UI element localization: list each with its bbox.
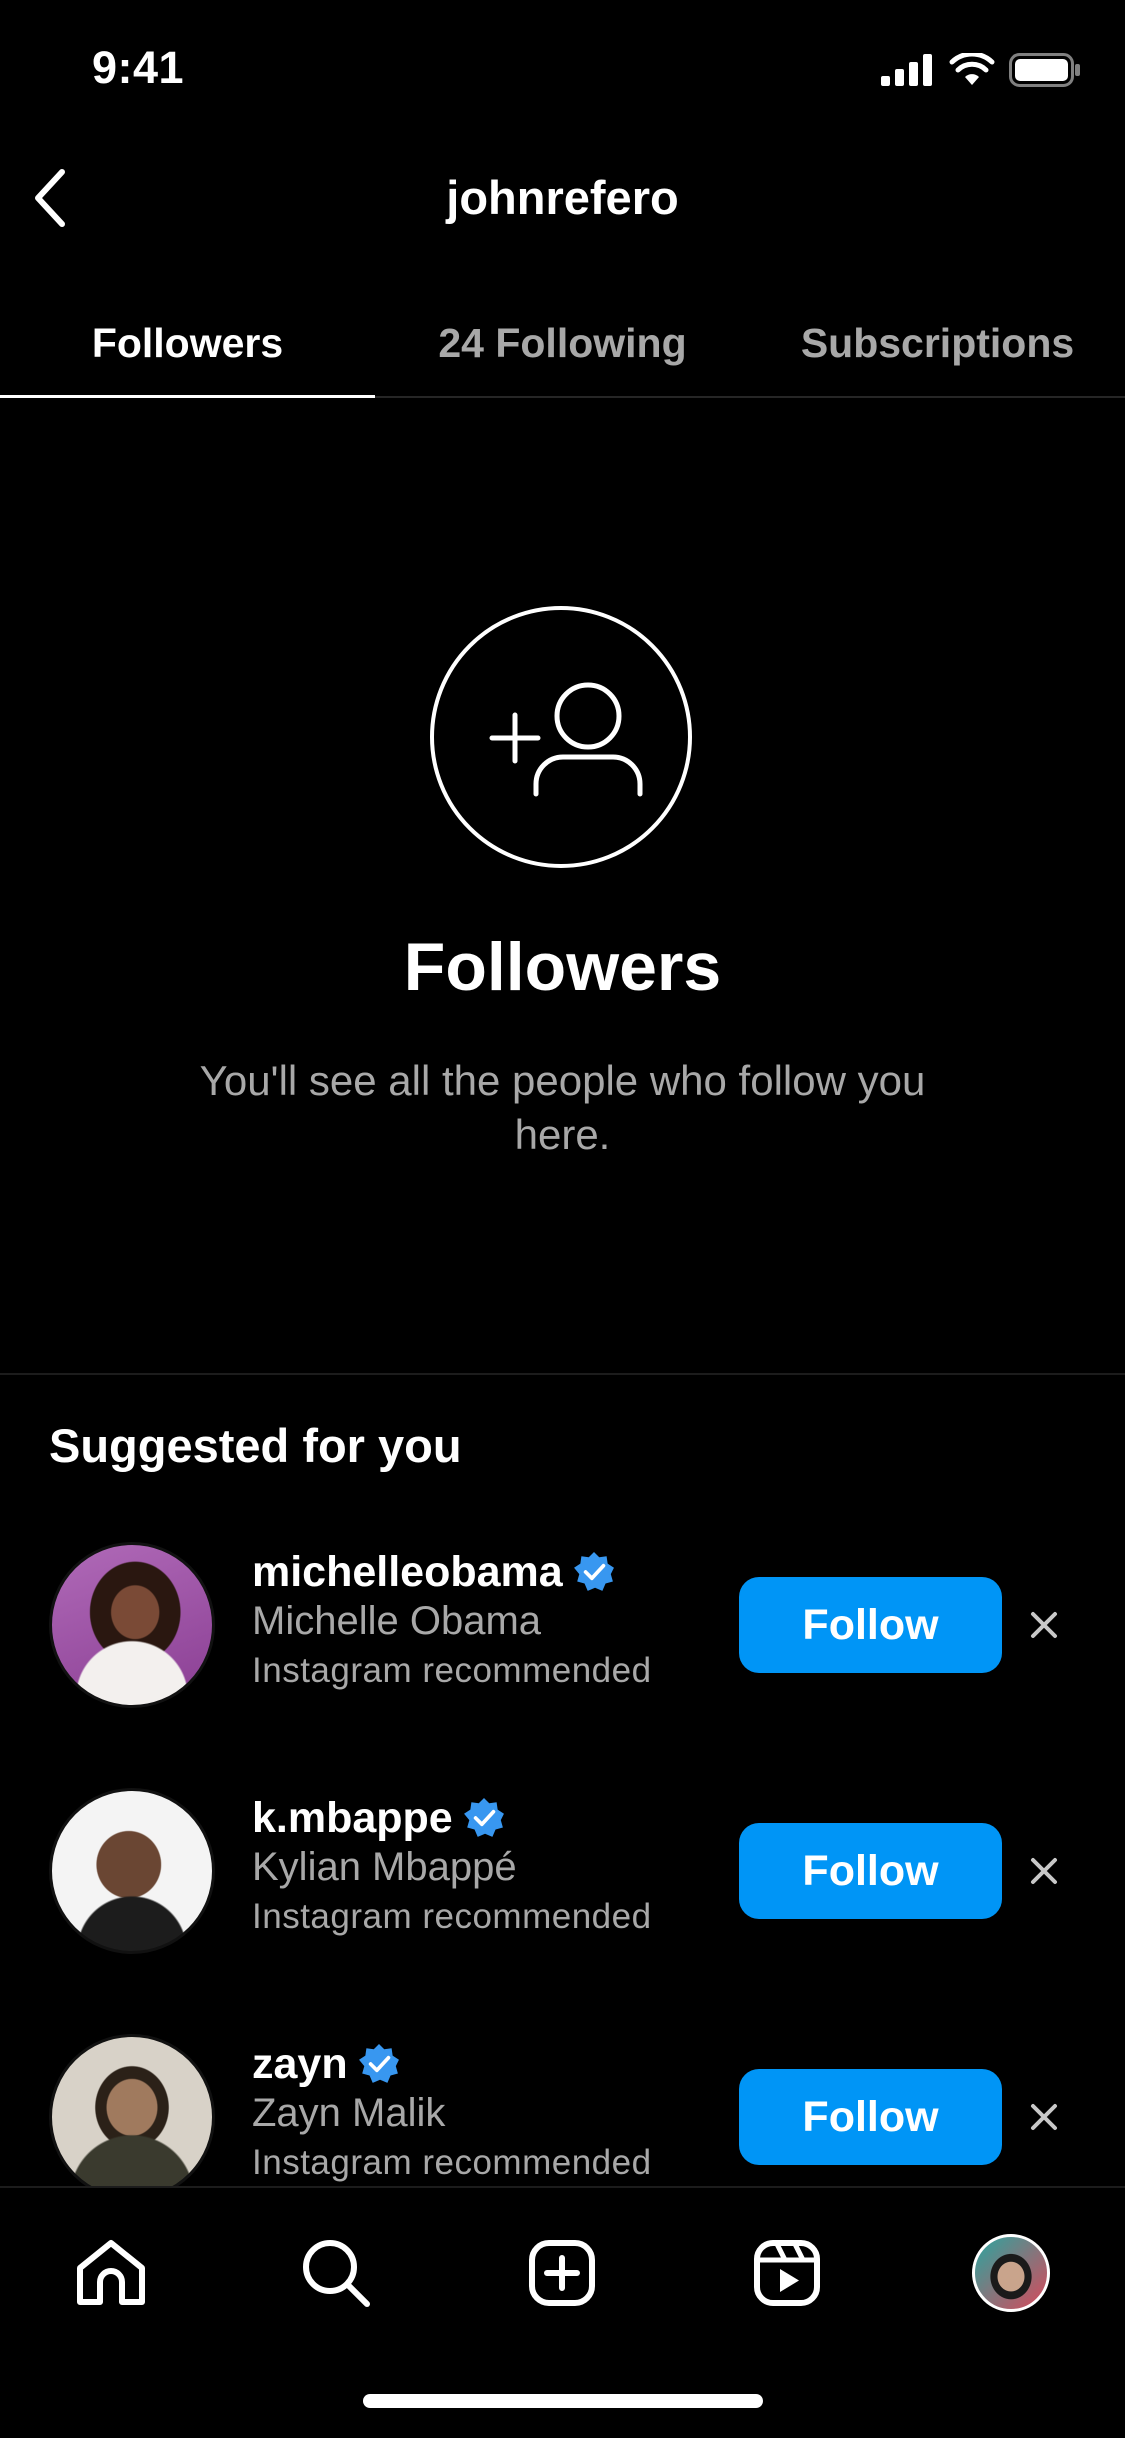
close-icon: [1031, 1858, 1057, 1884]
cellular-signal-icon: [881, 54, 932, 86]
verified-badge-icon: [463, 1798, 504, 1837]
profile-avatar: [972, 2234, 1050, 2312]
battery-icon: [1009, 53, 1080, 87]
suggested-full-name: Zayn Malik: [252, 2091, 446, 2135]
suggested-user-row: zayn Zayn Malik Instagram recommended Fo…: [0, 2034, 1125, 2204]
tab-followers[interactable]: Followers: [0, 290, 375, 398]
page-title: johnrefero: [446, 171, 679, 224]
recommendation-note: Instagram recommended: [252, 2143, 652, 2182]
nav-home[interactable]: [66, 2228, 156, 2318]
home-indicator: [363, 2394, 763, 2408]
status-time: 9:41: [92, 42, 185, 93]
avatar[interactable]: [49, 1788, 215, 1954]
empty-state-title: Followers: [403, 929, 722, 1005]
tab-subscriptions[interactable]: Subscriptions: [750, 290, 1125, 396]
suggested-title: Suggested for you: [49, 1419, 462, 1472]
avatar[interactable]: [49, 1542, 215, 1708]
search-icon: [303, 2240, 370, 2307]
suggested-full-name: Kylian Mbappé: [252, 1845, 517, 1889]
nav-profile[interactable]: [966, 2228, 1056, 2318]
follow-button[interactable]: Follow: [739, 1823, 1002, 1919]
suggested-username[interactable]: zayn: [252, 2038, 652, 2090]
dismiss-button[interactable]: [1022, 1597, 1066, 1653]
recommendation-note: Instagram recommended: [252, 1897, 652, 1936]
follow-button[interactable]: Follow: [739, 1577, 1002, 1673]
suggested-username[interactable]: k.mbappe: [252, 1792, 652, 1844]
dismiss-button[interactable]: [1022, 2089, 1066, 2145]
empty-state-description: You'll see all the people who follow you…: [199, 1057, 926, 1158]
suggested-user-row: michelleobama Michelle Obama Instagram r…: [0, 1542, 1125, 1712]
nav-reels[interactable]: [742, 2228, 832, 2318]
section-divider: [0, 1373, 1125, 1375]
close-icon: [1031, 1612, 1057, 1638]
create-icon: [529, 2240, 595, 2306]
recommendation-note: Instagram recommended: [252, 1651, 652, 1690]
status-icons: [881, 50, 1081, 90]
wifi-icon: [949, 53, 995, 85]
tab-following[interactable]: 24 Following: [375, 290, 750, 396]
suggested-full-name: Michelle Obama: [252, 1599, 542, 1643]
dismiss-button[interactable]: [1022, 1843, 1066, 1899]
verified-badge-icon: [573, 1552, 614, 1591]
verified-badge-icon: [358, 2044, 399, 2083]
reels-icon: [754, 2240, 820, 2306]
home-icon: [77, 2240, 145, 2305]
close-icon: [1031, 2104, 1057, 2130]
nav-search[interactable]: [291, 2228, 381, 2318]
nav-create[interactable]: [517, 2228, 607, 2318]
suggested-user-row: k.mbappe Kylian Mbappé Instagram recomme…: [0, 1788, 1125, 1958]
follow-button[interactable]: Follow: [739, 2069, 1002, 2165]
avatar[interactable]: [49, 2034, 215, 2200]
tab-bar: Followers 24 Following Subscriptions: [0, 290, 1125, 398]
add-person-icon: [430, 606, 692, 868]
suggested-username[interactable]: michelleobama: [252, 1546, 652, 1598]
